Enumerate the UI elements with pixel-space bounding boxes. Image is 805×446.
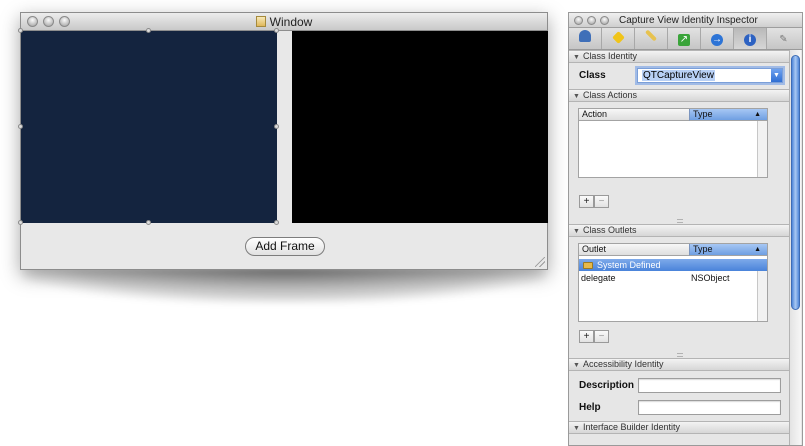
disclosure-triangle-icon: ▼ [573,425,580,432]
resize-handle[interactable] [146,220,151,225]
disclosure-triangle-icon: ▼ [573,362,580,369]
help-label: Help [579,402,601,413]
remove-action-button[interactable]: − [594,195,609,208]
sort-ascending-icon: ▲ [754,111,761,118]
outlet-type-cell[interactable]: NSObject [691,273,730,283]
connections-icon: ↗ [678,34,690,46]
column-header-outlet[interactable]: Outlet [579,244,689,256]
add-action-button[interactable]: + [579,195,594,208]
resize-handle[interactable] [18,28,23,33]
resize-handle[interactable] [274,124,279,129]
bindings-icon: → [711,34,723,46]
class-outlets-table[interactable]: Outlet Type ▲ System Defined delegate NSO… [578,243,768,322]
class-actions-header[interactable]: ▼ Class Actions [569,89,789,102]
tab-bindings[interactable]: → [701,28,734,49]
inspector-close-button[interactable] [574,16,583,25]
tab-identity[interactable]: i [734,28,767,49]
sort-ascending-icon: ▲ [754,246,761,253]
description-field[interactable] [638,378,781,393]
tab-applescript[interactable]: ✎ [767,28,800,49]
inspector-titlebar[interactable]: Capture View Identity Inspector [569,13,802,28]
remove-outlet-button[interactable]: − [594,330,609,343]
section-splitter[interactable] [677,219,683,223]
tab-connections[interactable]: ↗ [668,28,701,49]
class-outlets-header[interactable]: ▼ Class Outlets [569,224,789,237]
tab-size[interactable] [635,28,668,49]
capture-view-preview[interactable] [292,31,548,223]
window-resize-grip[interactable] [535,257,545,267]
resize-handle[interactable] [18,220,23,225]
class-value[interactable]: QTCaptureView [642,70,715,81]
identity-inspector-panel: Capture View Identity Inspector ↗ → i ✎ … [568,12,803,446]
combobox-dropdown-icon[interactable]: ▼ [771,69,782,82]
outlet-name-cell[interactable]: delegate [581,273,616,283]
accessibility-identity-header[interactable]: ▼ Accessibility Identity [569,358,789,371]
effects-icon [611,31,625,44]
add-frame-button[interactable]: Add Frame [245,237,325,256]
inspector-title: Capture View Identity Inspector [619,15,758,26]
inspector-minimize-button[interactable] [587,16,596,25]
inspector-tab-bar: ↗ → i ✎ [569,28,802,50]
column-header-type[interactable]: Type ▲ [689,109,767,121]
disclosure-triangle-icon: ▼ [573,93,580,100]
section-splitter[interactable] [677,353,683,357]
identity-info-icon: i [744,34,756,46]
column-header-action[interactable]: Action [579,109,689,121]
attributes-icon [579,30,591,42]
capture-view-selected[interactable] [18,28,279,225]
table-scrollbar[interactable] [757,121,767,177]
description-label: Description [579,380,635,391]
inspector-zoom-button[interactable] [600,16,609,25]
outlet-group-row[interactable]: System Defined [579,259,767,271]
class-actions-table[interactable]: Action Type ▲ [578,108,768,178]
column-header-type[interactable]: Type ▲ [689,244,767,256]
tab-effects[interactable] [602,28,635,49]
tab-attributes[interactable] [569,28,602,49]
disclosure-triangle-icon: ▼ [573,228,580,235]
interface-builder-identity-header[interactable]: ▼ Interface Builder Identity [569,421,789,434]
add-outlet-button[interactable]: + [579,330,594,343]
resize-handle[interactable] [274,220,279,225]
class-identity-header[interactable]: ▼ Class Identity [569,50,789,63]
class-combobox[interactable]: QTCaptureView ▼ [637,68,783,83]
window-title: Window [269,15,313,29]
main-window: Window Add Frame [18,12,548,270]
folder-icon [583,262,593,269]
window-shadow [22,268,546,304]
resize-handle[interactable] [18,124,23,129]
document-icon [255,16,266,27]
help-field[interactable] [638,400,781,415]
resize-handle[interactable] [146,28,151,33]
applescript-icon: ✎ [779,34,788,45]
table-scrollbar[interactable] [757,271,767,321]
window-titlebar[interactable]: Window [21,13,547,31]
resize-handle[interactable] [274,28,279,33]
size-ruler-icon [644,29,658,42]
class-label: Class [579,70,606,81]
inspector-scrollbar-thumb[interactable] [791,55,800,310]
window-title-group: Window [21,15,547,29]
disclosure-triangle-icon: ▼ [573,54,580,61]
